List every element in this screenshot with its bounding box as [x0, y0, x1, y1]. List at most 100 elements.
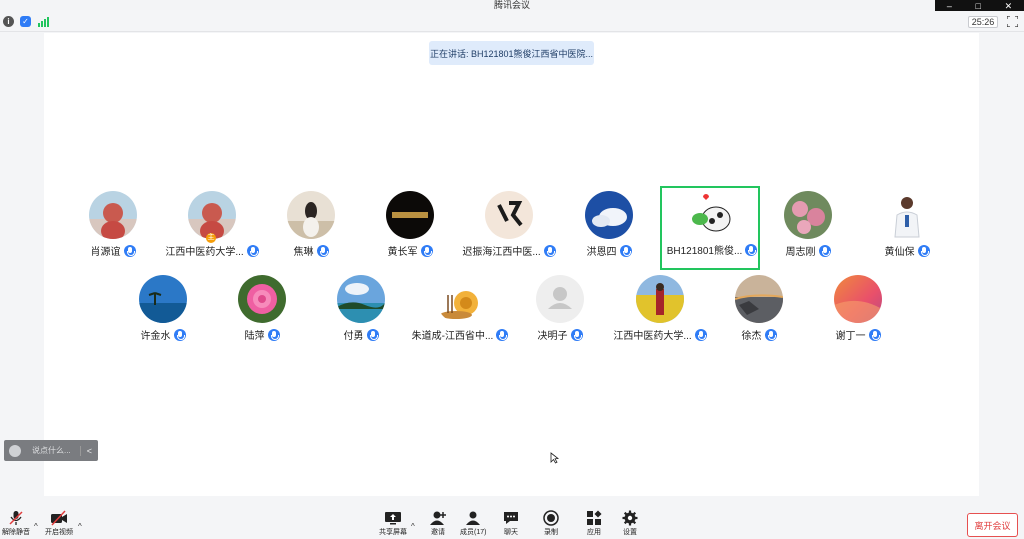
maximize-button[interactable]: □	[976, 1, 981, 11]
participant-name: 肖源谊	[90, 247, 121, 258]
avatar	[834, 275, 882, 323]
signal-icon[interactable]	[38, 17, 49, 27]
microphone-icon	[123, 244, 136, 257]
participant-name: 迟振海江西中医...	[462, 247, 541, 258]
members-icon	[464, 510, 482, 526]
share-screen-label: 共享屏幕	[379, 529, 407, 536]
video-options-chevron-icon[interactable]: ^	[78, 522, 82, 531]
participant-name: 许金水	[140, 331, 171, 342]
chat-button[interactable]: 聊天	[502, 510, 520, 537]
meeting-timer: 25:26	[968, 16, 998, 28]
app-title: 腾讯会议	[493, 0, 530, 10]
apps-icon	[585, 510, 603, 526]
participant-name: 江西中医药大学...	[613, 331, 692, 342]
participant-tile[interactable]: 许金水	[113, 271, 213, 355]
bottom-toolbar: 解除静音 ^ 开启视频 ^ 共享屏幕 ^ 邀请 成员(17) 聊天 录制 应用 …	[0, 508, 1024, 539]
invite-label: 邀请	[431, 529, 445, 536]
participant-tile[interactable]: 决明子	[510, 271, 610, 355]
share-options-chevron-icon[interactable]: ^	[411, 522, 415, 531]
settings-label: 设置	[623, 529, 637, 536]
participant-tile-active[interactable]: BH121801熊俊...	[660, 186, 760, 270]
start-video-button[interactable]: 开启视频	[45, 510, 73, 537]
microphone-icon	[764, 328, 777, 341]
participant-name: 付勇	[343, 331, 364, 342]
participant-name: 江西中医药大学...	[165, 247, 244, 258]
invite-button[interactable]: 邀请	[429, 510, 447, 537]
leave-meeting-button[interactable]: 离开会议	[967, 513, 1018, 537]
avatar	[436, 275, 484, 323]
microphone-icon	[818, 244, 831, 257]
microphone-icon	[868, 328, 881, 341]
video-off-icon	[50, 510, 68, 526]
participant-name: 周志刚	[785, 247, 816, 258]
apps-label: 应用	[587, 529, 601, 536]
fullscreen-icon[interactable]	[1007, 16, 1018, 27]
participant-name: 黄长军	[387, 247, 418, 258]
avatar	[386, 191, 434, 239]
avatar	[536, 275, 584, 323]
avatar	[735, 275, 783, 323]
unmute-button[interactable]: 解除静音	[2, 510, 30, 537]
members-button[interactable]: 成员(17)	[460, 510, 486, 537]
share-screen-button[interactable]: 共享屏幕	[379, 510, 407, 537]
participant-name: 洪恩四	[586, 247, 617, 258]
participant-name: 焦琳	[293, 247, 314, 258]
unmute-label: 解除静音	[2, 529, 30, 536]
participant-tile[interactable]: 洪恩四	[559, 187, 659, 271]
avatar	[188, 191, 236, 239]
participant-name: 朱道成-江西省中...	[411, 331, 494, 342]
share-screen-icon	[384, 510, 402, 526]
avatar	[784, 191, 832, 239]
participant-tile[interactable]: 周志刚	[758, 187, 858, 271]
participant-tile[interactable]: 焦琳	[261, 187, 361, 271]
chat-label: 聊天	[504, 529, 518, 536]
chat-input[interactable]: 说点什么... <	[4, 440, 98, 461]
participant-tile[interactable]: 肖源谊	[63, 187, 163, 271]
shield-icon[interactable]: ✓	[20, 16, 31, 27]
record-button[interactable]: 录制	[542, 510, 560, 537]
participant-tile[interactable]: 陆萍	[212, 271, 312, 355]
record-label: 录制	[544, 529, 558, 536]
participant-name: 谢丁一	[835, 331, 866, 342]
microphone-icon	[173, 328, 186, 341]
apps-button[interactable]: 应用	[585, 510, 603, 537]
microphone-icon	[619, 244, 632, 257]
audio-options-chevron-icon[interactable]: ^	[34, 522, 38, 531]
participant-tile[interactable]: 黄长军	[360, 187, 460, 271]
participant-tile[interactable]: 徐杰	[709, 271, 809, 355]
avatar	[636, 275, 684, 323]
participant-name: BH121801熊俊...	[666, 246, 743, 257]
participant-name: 决明子	[537, 331, 568, 342]
participant-tile[interactable]: 江西中医药大学...	[610, 271, 710, 355]
info-icon[interactable]: i	[3, 16, 14, 27]
avatar	[139, 275, 187, 323]
avatar	[238, 275, 286, 323]
participant-tile[interactable]: 朱道成-江西省中...	[410, 271, 510, 355]
microphone-icon	[267, 328, 280, 341]
participant-tile[interactable]: 迟振海江西中医...	[459, 187, 559, 271]
minimize-button[interactable]: –	[947, 1, 952, 11]
status-bar: i ✓ 25:26	[0, 11, 1024, 32]
chat-icon	[502, 510, 520, 526]
start-video-label: 开启视频	[45, 529, 73, 536]
microphone-icon	[366, 328, 379, 341]
participant-tile[interactable]: 谢丁一	[808, 271, 908, 355]
participant-tile[interactable]: 主 江西中医药大学...	[162, 187, 262, 271]
participant-name: 陆萍	[244, 331, 265, 342]
participant-tile[interactable]: 付勇	[311, 271, 411, 355]
title-bar: 腾讯会议	[0, 0, 1024, 10]
host-badge-icon: 主	[206, 233, 216, 243]
avatar	[287, 191, 335, 239]
participant-tile[interactable]: 黄仙保	[857, 187, 957, 271]
speaking-indicator: 正在讲话: BH121801熊俊江西省中医院...	[429, 41, 594, 65]
emoji-icon[interactable]	[9, 444, 21, 457]
settings-button[interactable]: 设置	[621, 510, 639, 537]
participant-name: 徐杰	[741, 331, 762, 342]
avatar	[686, 191, 734, 239]
microphone-icon	[316, 244, 329, 257]
chat-collapse-button[interactable]: <	[79, 445, 92, 456]
chat-placeholder: 说点什么...	[32, 446, 71, 455]
record-icon	[542, 510, 560, 526]
avatar	[89, 191, 137, 239]
close-button[interactable]: ✕	[1005, 1, 1013, 11]
